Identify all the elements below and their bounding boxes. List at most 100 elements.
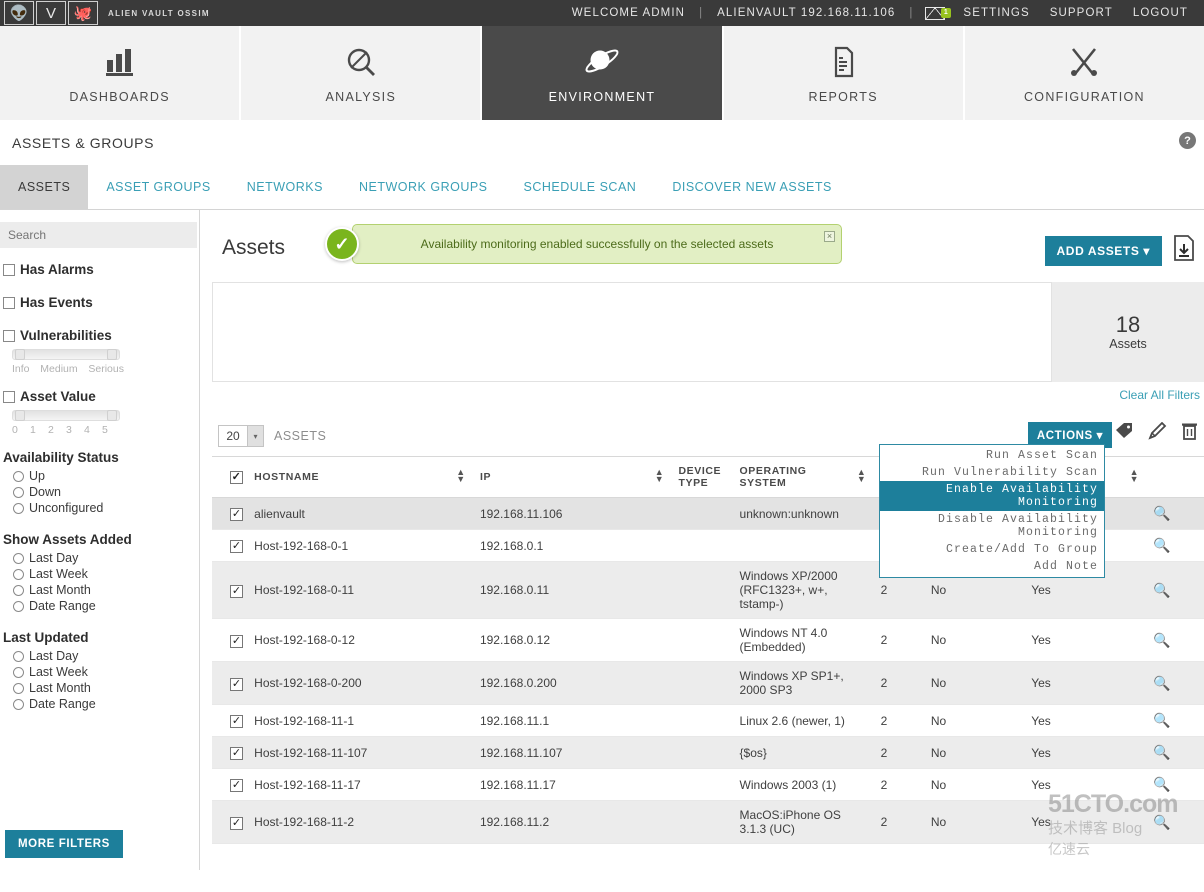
tab-schedule-scan[interactable]: SCHEDULE SCAN	[506, 165, 655, 209]
row-checkbox[interactable]: ✓	[230, 508, 243, 521]
alert-close-icon[interactable]: ×	[824, 231, 835, 242]
radio-added-date-range[interactable]: Date Range	[0, 599, 199, 613]
brand-logo[interactable]: 👽 V 🐙	[4, 1, 98, 25]
menu-item-enable-availability-monitoring[interactable]: Enable Availability Monitoring	[880, 481, 1104, 511]
has-alarms-checkbox[interactable]	[3, 263, 15, 276]
updated-last-week-radio[interactable]	[13, 666, 24, 678]
search-input[interactable]	[0, 222, 197, 248]
availability-unconfigured-radio[interactable]	[13, 502, 24, 514]
sort-extra-icon[interactable]: ▲ ▼	[1125, 456, 1150, 498]
col-header-operating-system[interactable]: OPERATING SYSTEM	[735, 456, 853, 498]
page-size-select[interactable]: 20 ▾	[218, 425, 264, 447]
sort-os-icon[interactable]: ▲ ▼	[852, 456, 877, 498]
row-checkbox[interactable]: ✓	[230, 584, 243, 598]
vulnerabilities-checkbox[interactable]	[3, 329, 15, 342]
table-row[interactable]: ✓ Host-192-168-0-12 192.168.0.12 Windows…	[212, 618, 1204, 662]
magnifier-icon[interactable]: 🔍	[1153, 505, 1170, 521]
has-events-checkbox[interactable]	[3, 296, 15, 309]
asset-value-slider-track[interactable]	[12, 410, 120, 421]
radio-added-last-week[interactable]: Last Week	[0, 567, 199, 581]
radio-availability-up[interactable]: Up	[0, 469, 199, 483]
table-row[interactable]: ✓ Host-192-168-11-2 192.168.11.2 MacOS:i…	[212, 800, 1204, 844]
tab-discover-new-assets[interactable]: DISCOVER NEW ASSETS	[654, 165, 850, 209]
table-row[interactable]: ✓ Host-192-168-0-200 192.168.0.200 Windo…	[212, 661, 1204, 705]
clear-all-filters-link[interactable]: Clear All Filters	[212, 382, 1204, 402]
vulnerability-slider-track[interactable]	[12, 349, 120, 360]
pencil-icon[interactable]	[1148, 422, 1167, 440]
row-checkbox[interactable]: ✓	[230, 540, 243, 553]
vulnerability-slider-handle-min[interactable]	[15, 349, 25, 360]
trash-icon[interactable]	[1181, 422, 1198, 440]
row-checkbox[interactable]: ✓	[230, 715, 243, 728]
row-checkbox[interactable]: ✓	[230, 634, 243, 648]
nav-item-environment[interactable]: ENVIRONMENT	[482, 26, 724, 129]
radio-updated-last-week[interactable]: Last Week	[0, 665, 199, 679]
col-header-device-type[interactable]: DEVICE TYPE	[674, 456, 736, 498]
nav-item-reports[interactable]: REPORTS	[723, 26, 965, 120]
tab-asset-groups[interactable]: ASSET GROUPS	[88, 165, 228, 209]
settings-link[interactable]: SETTINGS	[953, 7, 1039, 19]
support-link[interactable]: SUPPORT	[1040, 7, 1123, 19]
filter-has-alarms[interactable]: Has Alarms	[0, 262, 199, 277]
availability-down-radio[interactable]	[13, 486, 24, 498]
radio-updated-last-month[interactable]: Last Month	[0, 681, 199, 695]
sort-hostname-icon[interactable]: ▲ ▼	[451, 456, 476, 498]
more-filters-button[interactable]: MORE FILTERS	[5, 830, 123, 858]
help-icon[interactable]: ?	[1179, 132, 1196, 149]
col-header-hostname[interactable]: HOSTNAME	[250, 456, 452, 498]
tab-networks[interactable]: NETWORKS	[229, 165, 341, 209]
radio-availability-unconfigured[interactable]: Unconfigured	[0, 501, 199, 515]
row-checkbox[interactable]: ✓	[230, 677, 243, 691]
select-all-checkbox[interactable]: ✓	[230, 470, 243, 484]
availability-up-radio[interactable]	[13, 470, 24, 482]
menu-item-add-note[interactable]: Add Note	[880, 558, 1104, 575]
magnifier-icon[interactable]: 🔍	[1153, 582, 1170, 598]
added-last-day-radio[interactable]	[13, 552, 24, 564]
table-row[interactable]: ✓ Host-192-168-11-17 192.168.11.17 Windo…	[212, 768, 1204, 801]
logout-link[interactable]: LOGOUT	[1123, 7, 1198, 19]
asset-value-checkbox[interactable]	[3, 390, 15, 403]
asset-value-slider[interactable]: 0 1 2 3 4 5	[0, 410, 199, 436]
radio-added-last-day[interactable]: Last Day	[0, 551, 199, 565]
tab-network-groups[interactable]: NETWORK GROUPS	[341, 165, 506, 209]
table-row[interactable]: ✓ Host-192-168-11-107 192.168.11.107 {$o…	[212, 736, 1204, 769]
magnifier-icon[interactable]: 🔍	[1153, 814, 1170, 830]
radio-added-last-month[interactable]: Last Month	[0, 583, 199, 597]
nav-item-configuration[interactable]: CONFIGURATION	[964, 26, 1204, 120]
tab-assets[interactable]: ASSETS	[0, 165, 89, 209]
nav-item-dashboards[interactable]: DASHBOARDS	[0, 26, 242, 120]
col-header-ip[interactable]: IP	[475, 456, 651, 498]
magnifier-icon[interactable]: 🔍	[1153, 537, 1170, 553]
radio-availability-down[interactable]: Down	[0, 485, 199, 499]
menu-item-disable-availability-monitoring[interactable]: Disable Availability Monitoring	[880, 511, 1104, 541]
chevron-down-icon[interactable]: ▾	[247, 426, 263, 446]
row-checkbox[interactable]: ✓	[230, 816, 243, 830]
nav-item-analysis[interactable]: ANALYSIS	[241, 26, 483, 120]
asset-value-slider-handle-min[interactable]	[15, 410, 25, 421]
added-last-month-radio[interactable]	[13, 584, 24, 596]
updated-last-day-radio[interactable]	[13, 650, 24, 662]
filter-vulnerabilities[interactable]: Vulnerabilities	[0, 328, 199, 343]
menu-item-run-asset-scan[interactable]: Run Asset Scan	[880, 447, 1104, 464]
table-row[interactable]: ✓ Host-192-168-11-1 192.168.11.1 Linux 2…	[212, 704, 1204, 737]
updated-date-range-radio[interactable]	[13, 698, 24, 710]
vulnerability-slider[interactable]: Info Medium Serious	[0, 349, 199, 375]
vulnerability-slider-handle-max[interactable]	[107, 349, 117, 360]
magnifier-icon[interactable]: 🔍	[1153, 776, 1170, 792]
messages-button[interactable]: 1	[917, 6, 953, 20]
add-assets-button[interactable]: ADD ASSETS ▾	[1044, 236, 1162, 266]
download-file-icon[interactable]	[1172, 234, 1196, 262]
magnifier-icon[interactable]: 🔍	[1153, 744, 1170, 760]
asset-value-slider-handle-max[interactable]	[107, 410, 117, 421]
row-checkbox[interactable]: ✓	[230, 779, 243, 792]
updated-last-month-radio[interactable]	[13, 682, 24, 694]
menu-item-run-vulnerability-scan[interactable]: Run Vulnerability Scan	[880, 464, 1104, 481]
row-checkbox[interactable]: ✓	[230, 747, 243, 760]
added-last-week-radio[interactable]	[13, 568, 24, 580]
magnifier-icon[interactable]: 🔍	[1153, 632, 1170, 648]
radio-updated-date-range[interactable]: Date Range	[0, 697, 199, 711]
tag-icon[interactable]	[1115, 422, 1134, 440]
filter-has-events[interactable]: Has Events	[0, 295, 199, 310]
sort-ip-icon[interactable]: ▲ ▼	[650, 456, 675, 498]
radio-updated-last-day[interactable]: Last Day	[0, 649, 199, 663]
